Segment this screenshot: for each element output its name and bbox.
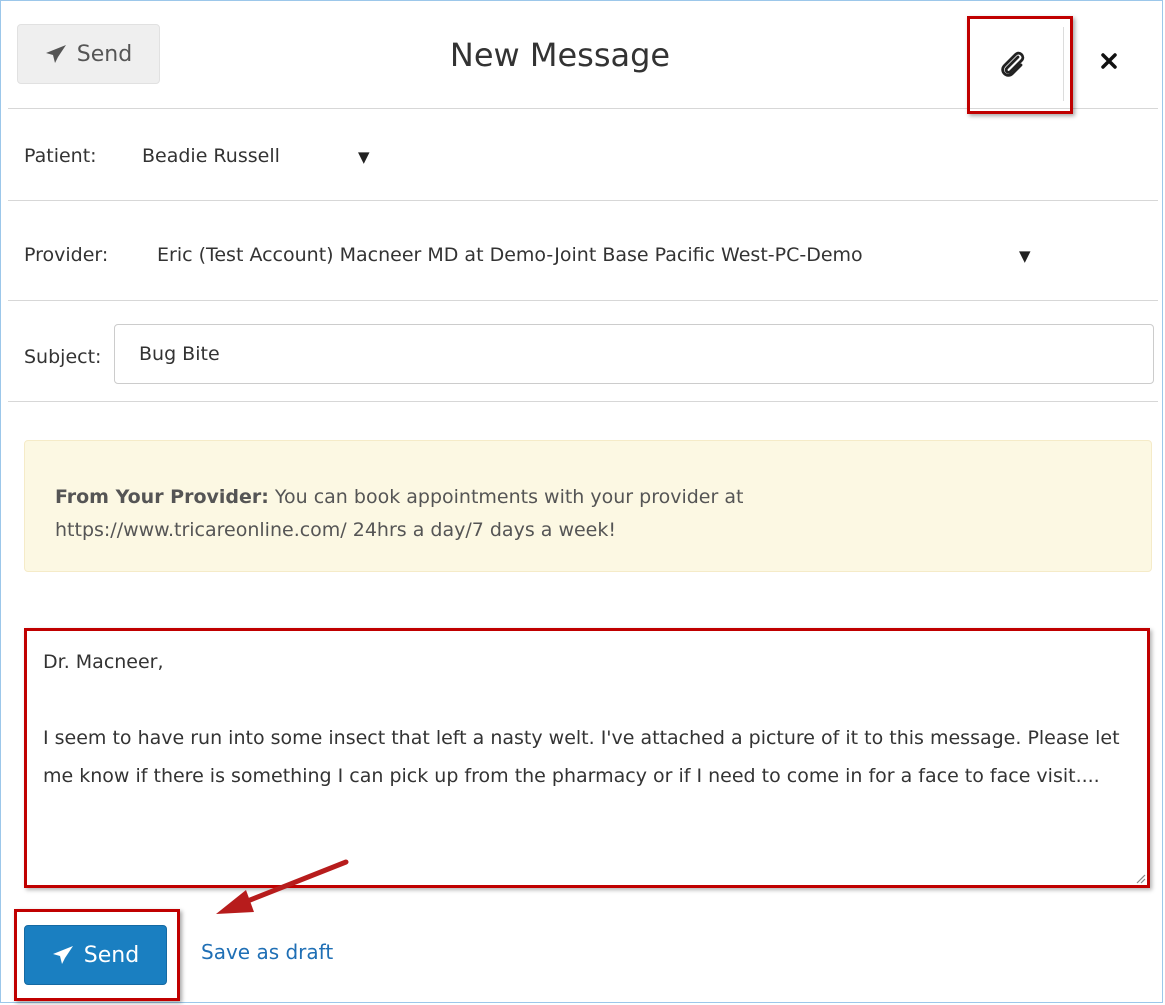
paper-plane-icon <box>45 45 66 63</box>
resize-handle-icon[interactable] <box>1134 872 1146 884</box>
header-divider <box>1063 27 1064 101</box>
paper-plane-icon <box>52 946 73 964</box>
notice-text: You can book appointments with your prov… <box>268 486 744 508</box>
notice-text-line2: https://www.tricareonline.com/ 24hrs a d… <box>55 519 616 541</box>
paperclip-icon <box>1001 51 1025 77</box>
subject-input[interactable]: Bug Bite <box>114 324 1154 384</box>
send-button-label: Send <box>83 942 140 968</box>
patient-label: Patient: <box>24 145 97 167</box>
annotation-arrow <box>216 859 349 914</box>
message-body-textarea[interactable]: Dr. Macneer, I seem to have run into som… <box>24 628 1150 888</box>
provider-chevron-down-icon[interactable]: ▼ <box>1019 247 1031 265</box>
provider-select[interactable]: Eric (Test Account) Macneer MD at Demo-J… <box>157 244 863 266</box>
send-button[interactable]: Send <box>24 925 167 985</box>
close-button[interactable] <box>1094 46 1124 76</box>
provider-label: Provider: <box>24 244 109 266</box>
dialog-title: New Message <box>449 36 671 74</box>
send-button-top[interactable]: Send <box>17 24 160 84</box>
send-button-top-label: Send <box>76 41 133 67</box>
patient-row: Patient: Beadie Russell ▼ <box>8 108 1158 201</box>
notice-heading: From Your Provider: <box>55 486 269 508</box>
patient-select[interactable]: Beadie Russell <box>142 145 280 167</box>
provider-row: Provider: Eric (Test Account) Macneer MD… <box>8 201 1158 301</box>
provider-notice: From Your Provider: You can book appoint… <box>24 440 1152 572</box>
close-icon <box>1101 53 1117 69</box>
save-as-draft-link[interactable]: Save as draft <box>201 940 333 964</box>
subject-label: Subject: <box>24 346 102 368</box>
attach-button[interactable] <box>988 40 1038 90</box>
patient-chevron-down-icon[interactable]: ▼ <box>358 148 370 166</box>
